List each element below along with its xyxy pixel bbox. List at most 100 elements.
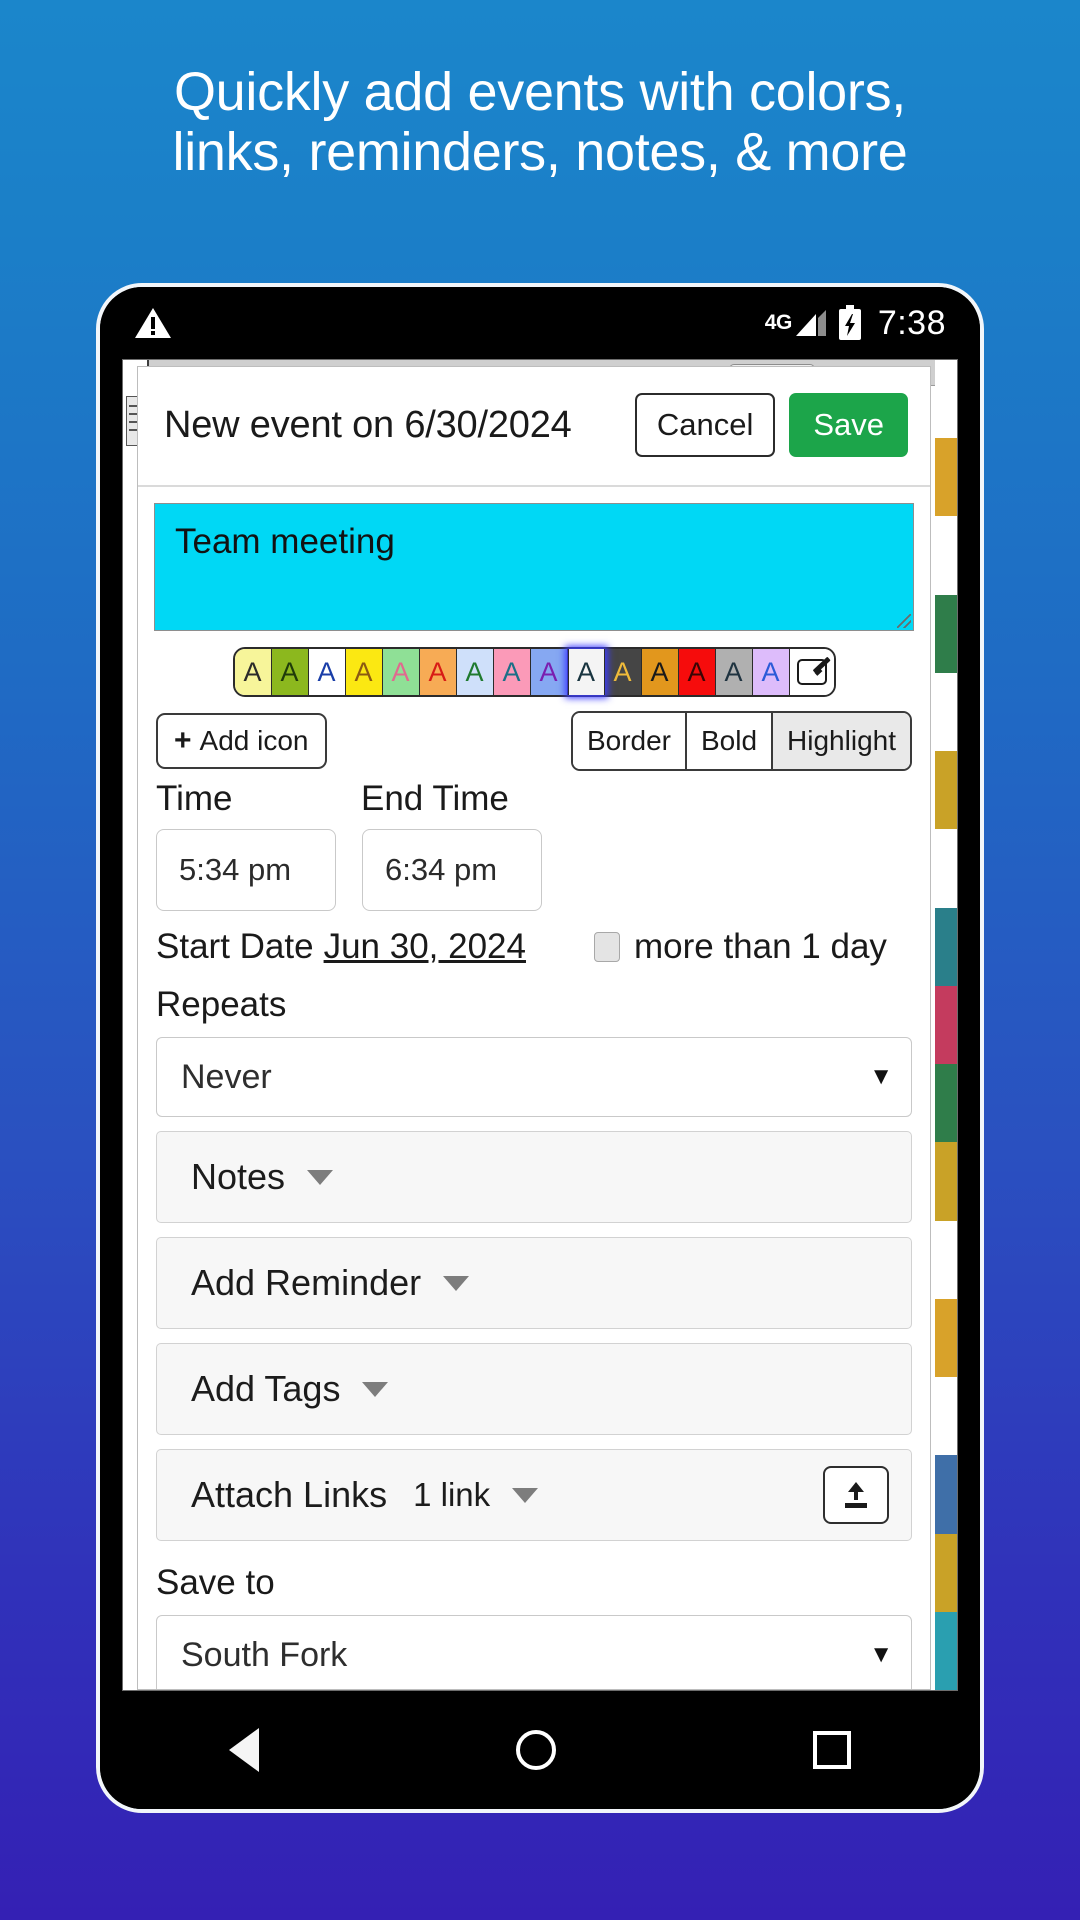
promo-headline-line1: Quickly add events with colors, [173, 62, 906, 122]
repeats-select[interactable]: Never ▼ [156, 1037, 912, 1117]
promo-headline-line2: links, reminders, notes, & more [172, 122, 908, 183]
add-icon-label: Add icon [199, 725, 309, 756]
recents-square-icon[interactable] [813, 1731, 852, 1769]
chevron-down-icon [307, 1169, 334, 1185]
upload-icon [845, 1482, 867, 1508]
pencil-edit-icon[interactable] [789, 649, 834, 695]
color-swatch-7[interactable]: A [493, 649, 531, 695]
status-bar: 4G 7:38 [100, 287, 980, 359]
color-swatch-12[interactable]: A [678, 649, 716, 695]
background-color-band-2 [935, 516, 957, 595]
signal-indicator: 4G [765, 308, 828, 338]
upload-button[interactable] [823, 1466, 889, 1524]
notes-panel-label: Notes [191, 1156, 286, 1197]
time-labels-row: Time End Time [138, 771, 930, 819]
phone-screen: New event on 6/30/2024 Cancel Save Team … [122, 359, 958, 1691]
chevron-down-icon [362, 1381, 389, 1397]
add-reminder-panel[interactable]: Add Reminder [156, 1237, 912, 1329]
color-swatch-5[interactable]: A [419, 649, 457, 695]
background-color-band-14 [935, 1455, 957, 1534]
start-time-label: Time [156, 779, 233, 818]
background-color-band-11 [935, 1220, 957, 1299]
color-swatch-0[interactable]: A [234, 649, 272, 695]
add-reminder-panel-label: Add Reminder [191, 1262, 422, 1303]
end-time-input[interactable]: 6:34 pm [362, 829, 542, 911]
background-color-band-5 [935, 751, 957, 830]
start-date-label: Start Date [156, 927, 314, 966]
cancel-button[interactable]: Cancel [634, 393, 776, 457]
status-bar-clock: 7:38 [877, 303, 946, 342]
more-than-one-day-row[interactable]: more than 1 day [593, 927, 887, 967]
start-date-row: Start Date Jun 30, 2024 more than 1 day [138, 911, 930, 967]
color-swatch-8[interactable]: A [530, 649, 568, 695]
attach-links-count: 1 link [413, 1476, 491, 1513]
page-title: New event on 6/30/2024 [164, 403, 572, 446]
color-swatch-13[interactable]: A [715, 649, 753, 695]
network-type-label: 4G [764, 311, 793, 334]
back-triangle-icon[interactable] [228, 1728, 259, 1772]
color-swatch-3[interactable]: A [345, 649, 383, 695]
repeats-value: Never [181, 1057, 272, 1096]
background-color-band-15 [935, 1533, 957, 1612]
event-title-input[interactable]: Team meeting [154, 503, 914, 631]
attach-links-panel-label: Attach Links [191, 1474, 388, 1515]
save-to-value: South Fork [181, 1635, 348, 1674]
highlight-button[interactable]: Highlight [773, 713, 910, 769]
more-than-one-day-label: more than 1 day [633, 927, 887, 966]
color-swatch-11[interactable]: A [641, 649, 679, 695]
signal-bars-icon [795, 310, 826, 336]
save-button[interactable]: Save [789, 393, 908, 457]
color-swatch-14[interactable]: A [752, 649, 790, 695]
end-time-label: End Time [361, 779, 509, 818]
android-navigation-bar [100, 1691, 980, 1809]
home-circle-icon[interactable] [515, 1730, 556, 1770]
time-inputs-row: 5:34 pm 6:34 pm [138, 819, 930, 911]
color-palette[interactable]: AAAAAAAAAAAAAAA [232, 647, 836, 697]
save-to-select[interactable]: South Fork ▼ [156, 1615, 912, 1689]
pencil-edit-glyph [796, 659, 827, 685]
background-color-band-1 [935, 438, 957, 517]
chevron-down-icon: ▼ [869, 1641, 893, 1668]
format-toolbar: + Add icon Border Bold Highlight [138, 697, 930, 771]
background-color-band-0 [935, 360, 957, 439]
status-bar-right: 4G 7:38 [765, 304, 946, 343]
color-swatch-10[interactable]: A [604, 649, 642, 695]
repeats-label: Repeats [156, 985, 287, 1024]
color-swatch-4[interactable]: A [382, 649, 420, 695]
color-swatch-2[interactable]: A [309, 649, 346, 695]
dialog-header: New event on 6/30/2024 Cancel Save [138, 367, 930, 487]
phone-frame: 4G 7:38 New event on 6/30/2024 Cancel Sa… [96, 283, 984, 1813]
text-style-group: Border Bold Highlight [570, 711, 912, 771]
background-color-band-4 [935, 672, 957, 752]
notes-panel[interactable]: Notes [156, 1131, 912, 1223]
start-date-value[interactable]: Jun 30, 2024 [324, 927, 526, 967]
background-color-band-10 [935, 1142, 957, 1221]
color-swatch-9[interactable]: A [567, 649, 605, 695]
color-swatch-6[interactable]: A [456, 649, 494, 695]
status-bar-left [134, 306, 172, 340]
plus-icon: + [174, 724, 192, 757]
chevron-down-icon [443, 1275, 470, 1291]
background-color-band-13 [935, 1377, 957, 1456]
battery-charging-icon [838, 305, 861, 340]
background-color-band-8 [935, 985, 957, 1065]
resize-handle-icon[interactable] [897, 614, 911, 628]
background-color-band-16 [935, 1611, 957, 1690]
color-swatch-1[interactable]: A [271, 649, 309, 695]
background-color-band-3 [935, 594, 957, 673]
save-to-label: Save to [156, 1563, 275, 1602]
start-time-input[interactable]: 5:34 pm [156, 829, 336, 911]
attach-links-panel[interactable]: Attach Links 1 link [156, 1449, 912, 1541]
background-color-band-6 [935, 829, 957, 908]
promo-headline: Quickly add events with colors, links, r… [0, 62, 1080, 183]
background-color-band-7 [935, 907, 957, 986]
add-icon-button[interactable]: + Add icon [156, 713, 327, 769]
new-event-dialog: New event on 6/30/2024 Cancel Save Team … [137, 366, 931, 1690]
warning-triangle-icon [135, 308, 171, 338]
background-color-band-9 [935, 1064, 957, 1143]
add-tags-panel[interactable]: Add Tags [156, 1343, 912, 1435]
more-than-one-day-checkbox[interactable] [593, 932, 620, 962]
bold-button[interactable]: Bold [687, 713, 774, 769]
color-palette-wrap: AAAAAAAAAAAAAAA [138, 647, 930, 697]
border-button[interactable]: Border [572, 713, 687, 769]
